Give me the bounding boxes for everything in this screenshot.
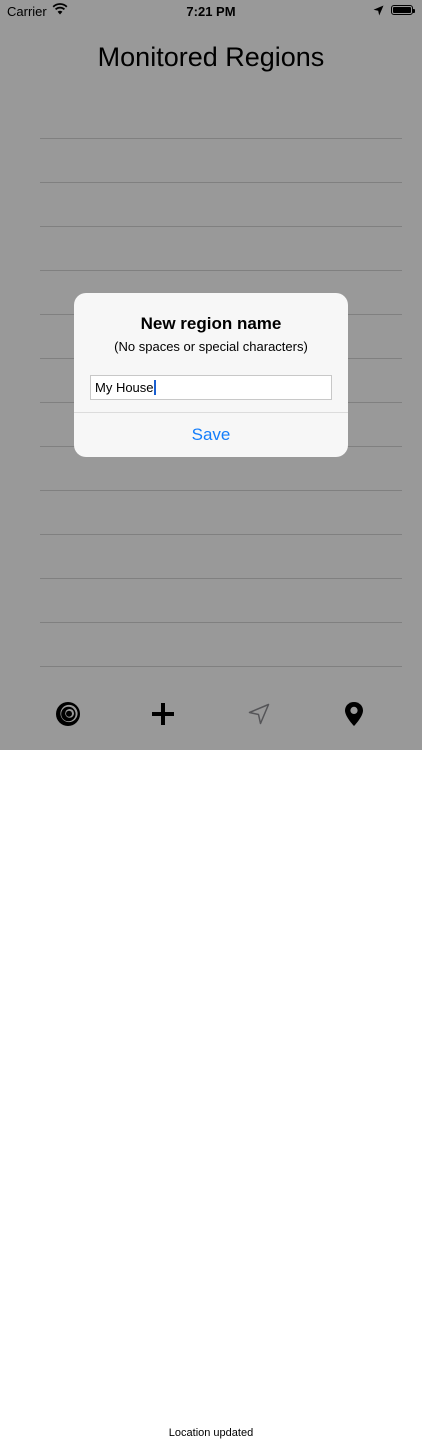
- location-status-label: Location updated: [168, 1427, 254, 1439]
- text-caret: [153, 380, 156, 395]
- alert-title: New region name: [140, 314, 282, 333]
- region-name-value: My House: [95, 380, 154, 395]
- region-name-input[interactable]: My House: [90, 375, 332, 400]
- new-region-alert: New region name (No spaces or special ch…: [74, 293, 348, 457]
- alert-message: (No spaces or special characters): [114, 339, 308, 354]
- save-button[interactable]: Save: [74, 413, 348, 457]
